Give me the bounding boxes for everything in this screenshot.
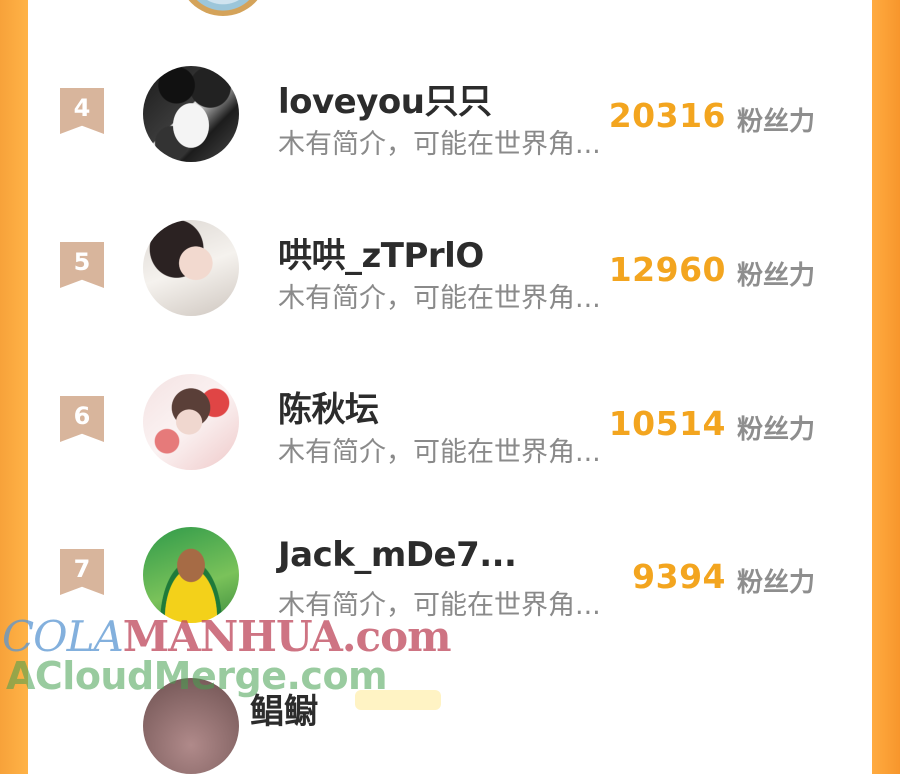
fan-power-label: 粉丝力 [737, 107, 816, 137]
fan-power-label: 粉丝力 [737, 568, 816, 598]
ranking-row-5[interactable]: 5 哄哄_zTPrlO 木有简介，可能在世界角... 12960 粉丝力 [28, 210, 872, 330]
rank-badge: 4 [60, 88, 104, 134]
username[interactable]: Jack_mDe7... [278, 535, 517, 575]
fan-power-value: 9394 [632, 557, 726, 596]
ranking-panel: 4 loveyou只只 木有简介，可能在世界角... 20316 粉丝力 5 哄… [28, 0, 872, 774]
user-bio: 木有简介，可能在世界角... [278, 129, 601, 160]
avatar[interactable] [143, 527, 239, 623]
fan-power-label: 粉丝力 [737, 415, 816, 445]
rank-badge: 6 [60, 396, 104, 442]
avatar-partial-top[interactable] [178, 0, 268, 16]
watermark-acloudmerge: ACloudMerge.com [6, 654, 388, 698]
user-bio: 木有简介，可能在世界角... [278, 437, 601, 468]
fan-power-value: 10514 [608, 404, 726, 443]
fan-power-value: 12960 [608, 250, 726, 289]
rank-badge: 7 [60, 549, 104, 595]
avatar[interactable] [143, 220, 239, 316]
avatar[interactable] [143, 66, 239, 162]
ranking-row-4[interactable]: 4 loveyou只只 木有简介，可能在世界角... 20316 粉丝力 [28, 56, 872, 176]
fan-power-label: 粉丝力 [737, 261, 816, 291]
rank-badge: 5 [60, 242, 104, 288]
username[interactable]: 陈秋坛 [278, 382, 379, 431]
ranking-row-6[interactable]: 6 陈秋坛 木有简介，可能在世界角... 10514 粉丝力 [28, 364, 872, 484]
user-bio: 木有简介，可能在世界角... [278, 283, 601, 314]
username[interactable]: 哄哄_zTPrlO [278, 228, 484, 277]
username[interactable]: loveyou只只 [278, 74, 492, 123]
avatar[interactable] [143, 374, 239, 470]
fan-power-value: 20316 [608, 96, 726, 135]
